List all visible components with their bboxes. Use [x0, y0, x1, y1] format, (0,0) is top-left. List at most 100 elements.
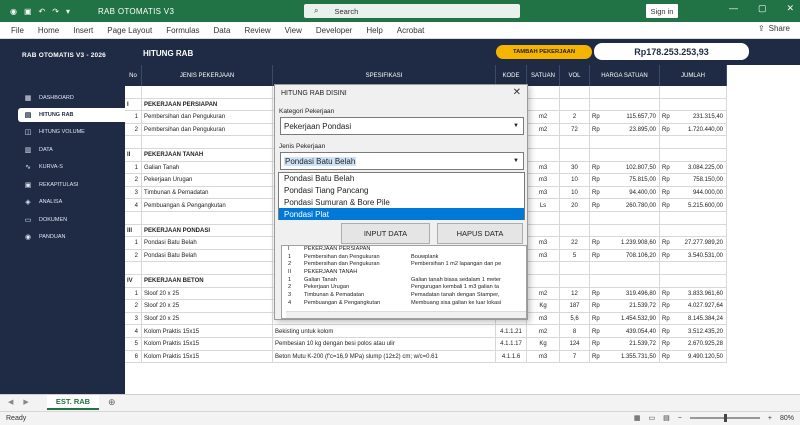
jenis-select[interactable]: Pondasi Batu Belah ▼	[280, 152, 524, 170]
cell-sat[interactable]: m3	[527, 350, 560, 364]
cell-rp2[interactable]: Rp	[660, 174, 673, 187]
cell-jumlah[interactable]: 1.720.440,00	[673, 123, 727, 137]
preview-list[interactable]: I PEKERJAAN PERSIAPAN 1 Pembersihan dan Pen…	[281, 245, 527, 319]
cell-jenis[interactable]: Pembersihan dan Pengukuran	[142, 123, 273, 137]
cell-vol[interactable]: 5,6	[560, 312, 590, 326]
minimize-icon[interactable]: —	[729, 3, 738, 14]
cell-rp1[interactable]	[590, 99, 603, 112]
sidebar-item-hitung-rab[interactable]: ▤ HITUNG RAB	[18, 108, 125, 122]
cell-rp2[interactable]	[660, 136, 673, 149]
cell-jumlah[interactable]	[673, 275, 727, 288]
cell-vol[interactable]	[560, 224, 590, 238]
chevron-down-icon[interactable]: ▼	[510, 154, 522, 168]
cell-jumlah[interactable]: 3.512.435,20	[673, 325, 727, 338]
cell-rp1[interactable]: Rp	[590, 111, 603, 124]
cell-harga[interactable]	[603, 86, 660, 99]
cell-harga[interactable]: 94.400,00	[603, 186, 660, 200]
cell-vol[interactable]	[560, 262, 590, 275]
cell-rp2[interactable]: Rp	[660, 325, 673, 338]
preview-row[interactable]: 2 Pekerjaan Urugan Pengurugan kembali 1 m3…	[282, 284, 526, 292]
cell-jumlah[interactable]: 9.490.120,50	[673, 350, 727, 364]
cell-sat[interactable]	[527, 149, 560, 162]
cell-jenis[interactable]: Sloof 20 x 25	[142, 300, 273, 313]
cell-harga[interactable]: 260.780,00	[603, 199, 660, 212]
cell-jumlah[interactable]	[673, 149, 727, 162]
cell-sat[interactable]	[527, 275, 560, 288]
cell-jenis[interactable]: Galian Tanah	[142, 161, 273, 175]
cell-rp1[interactable]: Rp	[590, 300, 603, 313]
add-sheet-icon[interactable]: ⊕	[108, 397, 116, 408]
cell-jenis[interactable]: PEKERJAAN BETON	[142, 275, 273, 288]
menu-home[interactable]: Home	[38, 26, 59, 35]
cell-jumlah[interactable]: 231.315,40	[673, 111, 727, 124]
chevron-right-icon[interactable]: ▶	[23, 398, 28, 406]
cell-vol[interactable]	[560, 86, 590, 99]
cell-rp1[interactable]: Rp	[590, 162, 603, 175]
cell-harga[interactable]: 708.106,20	[603, 249, 660, 263]
cell-rp1[interactable]: Rp	[590, 313, 603, 326]
cell-vol[interactable]	[560, 149, 590, 162]
cell-jumlah[interactable]: 3.833.961,60	[673, 287, 727, 301]
menu-help[interactable]: Help	[366, 26, 382, 35]
cell-sat[interactable]: m2	[527, 111, 560, 124]
page-break-icon[interactable]: ▤	[663, 414, 670, 422]
cell-rp1[interactable]	[590, 212, 603, 225]
cell-jenis[interactable]: Pondasi Batu Belah	[142, 249, 273, 263]
menu-developer[interactable]: Developer	[316, 26, 352, 35]
sidebar-item-rekapitulasi[interactable]: ▣ REKAPITULASI	[18, 178, 125, 192]
cell-spek[interactable]: Bekisting untuk kolom	[273, 325, 496, 338]
cell-no[interactable]: 1	[125, 161, 142, 175]
cell-harga[interactable]: 115.657,70	[603, 111, 660, 124]
cell-sat[interactable]: m2	[527, 325, 560, 338]
cell-sat[interactable]: Ls	[527, 199, 560, 212]
cell-rp2[interactable]: Rp	[660, 250, 673, 263]
cell-jenis[interactable]: PEKERJAAN TANAH	[142, 149, 273, 162]
cell-rp2[interactable]: Rp	[660, 124, 673, 137]
cell-sat[interactable]	[527, 224, 560, 238]
cell-rp1[interactable]: Rp	[590, 325, 603, 338]
cell-harga[interactable]	[603, 149, 660, 162]
sidebar-item-data[interactable]: ▥ DATA	[18, 143, 125, 157]
sign-in-button[interactable]: Sign in	[646, 4, 678, 18]
cell-jumlah[interactable]: 758.150,00	[673, 174, 727, 187]
cell-no[interactable]: 3	[125, 312, 142, 326]
page-layout-icon[interactable]: ▭	[649, 414, 656, 422]
zoom-slider[interactable]	[689, 414, 760, 422]
cell-no[interactable]: II	[125, 149, 142, 162]
cell-no[interactable]: 2	[125, 174, 142, 187]
cell-sat[interactable]: m2	[527, 123, 560, 137]
hapus-data-button[interactable]: HAPUS DATA	[437, 223, 523, 244]
sidebar-item-analisa[interactable]: ◈ ANALISA	[18, 195, 125, 209]
table-row[interactable]: 4 Kolom Praktis 15x15 Bekisting untuk kolo…	[125, 325, 727, 338]
share-button[interactable]: ⇪ Share	[758, 24, 790, 33]
cell-no[interactable]: 2	[125, 300, 142, 313]
cell-rp2[interactable]: Rp	[660, 300, 673, 313]
cell-rp2[interactable]	[660, 99, 673, 112]
cell-spek[interactable]: Pembesian 10 kg dengan besi polos atau u…	[273, 338, 496, 351]
menu-review[interactable]: Review	[244, 26, 270, 35]
cell-jumlah[interactable]: 4.027.927,64	[673, 300, 727, 313]
cell-rp2[interactable]: Rp	[660, 187, 673, 200]
cell-harga[interactable]	[603, 275, 660, 288]
chevron-down-icon[interactable]: ▾	[66, 7, 70, 16]
sidebar-item-dashboard[interactable]: ▦ DASHBOARD	[18, 91, 125, 105]
cell-no[interactable]	[125, 136, 142, 149]
cell-vol[interactable]: 10	[560, 174, 590, 187]
tambah-pekerjaan-button[interactable]: TAMBAH PEKERJAAN	[496, 45, 592, 59]
cell-jumlah[interactable]	[673, 224, 727, 238]
cell-harga[interactable]: 439.054,40	[603, 325, 660, 338]
menu-page-layout[interactable]: Page Layout	[107, 26, 152, 35]
cell-sat[interactable]	[527, 86, 560, 99]
menu-data[interactable]: Data	[214, 26, 231, 35]
preview-row[interactable]: 4 Pembuangan & Pengangkutan Membuang sisa …	[282, 300, 526, 308]
cell-jenis[interactable]: Kolom Praktis 15x15	[142, 350, 273, 364]
cell-harga[interactable]: 102.807,50	[603, 161, 660, 175]
cell-no[interactable]: 4	[125, 199, 142, 212]
cell-jenis[interactable]: Timbunan & Pemadatan	[142, 186, 273, 200]
cell-sat[interactable]: m3	[527, 237, 560, 250]
cell-rp1[interactable]	[590, 262, 603, 275]
cell-no[interactable]: 1	[125, 111, 142, 124]
cell-no[interactable]: 1	[125, 237, 142, 250]
cell-vol[interactable]	[560, 275, 590, 288]
cell-rp1[interactable]	[590, 225, 603, 238]
